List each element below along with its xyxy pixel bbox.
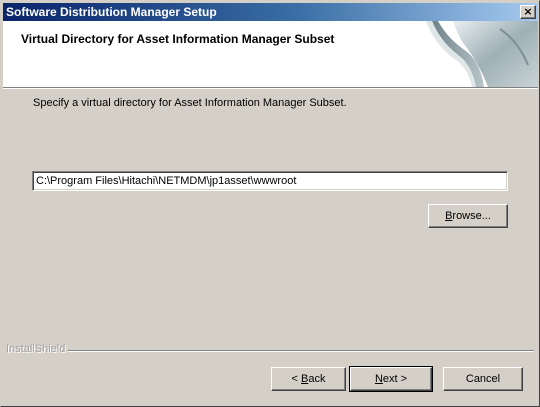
- cancel-button[interactable]: Cancel: [443, 367, 523, 391]
- back-button[interactable]: < Back: [271, 367, 346, 391]
- back-prefix: <: [291, 373, 301, 385]
- close-button[interactable]: ×: [520, 5, 536, 19]
- next-label: ext >: [382, 373, 408, 385]
- title-bar[interactable]: Software Distribution Manager Setup ×: [3, 3, 538, 21]
- virtual-directory-path-input[interactable]: [32, 171, 508, 191]
- next-mnemonic: N: [374, 373, 383, 385]
- cancel-label: Cancel: [465, 373, 501, 385]
- next-button[interactable]: Next >: [349, 366, 433, 392]
- browse-button[interactable]: Browse...: [428, 204, 508, 228]
- page-title: Virtual Directory for Asset Information …: [21, 32, 335, 46]
- instruction-text: Specify a virtual directory for Asset In…: [33, 97, 347, 109]
- footer-divider-highlight: [6, 351, 534, 352]
- close-icon: ×: [523, 5, 533, 18]
- back-label: ack: [308, 373, 326, 385]
- header-panel: Virtual Directory for Asset Information …: [3, 21, 538, 87]
- installshield-brand: InstallShield: [6, 343, 69, 355]
- browse-label: rowse...: [452, 210, 491, 222]
- setup-dialog: Software Distribution Manager Setup × Vi…: [0, 0, 540, 407]
- window-title: Software Distribution Manager Setup: [6, 5, 217, 19]
- header-divider-highlight: [3, 88, 538, 89]
- page-curl-graphic: [426, 21, 538, 87]
